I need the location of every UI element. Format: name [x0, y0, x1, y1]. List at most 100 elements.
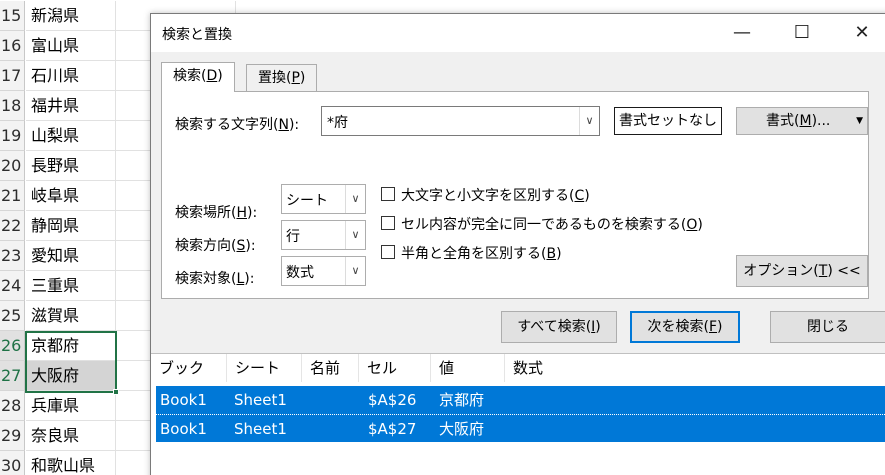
- result-book: Book1: [160, 391, 207, 409]
- chevron-down-icon[interactable]: ∨: [579, 107, 599, 135]
- row-number[interactable]: 19: [0, 121, 25, 151]
- result-cell: $A$27: [368, 420, 417, 438]
- tab-replace-label: 置換(: [258, 70, 292, 86]
- tab-search-label: 検索(: [173, 68, 207, 84]
- options-button[interactable]: オプション(T) <<: [736, 255, 868, 287]
- result-row[interactable]: Book1 Sheet1 $A$26 京都府: [156, 386, 885, 414]
- cell-a29[interactable]: 奈良県: [26, 421, 116, 451]
- find-label-text: 検索する文字列(: [175, 117, 279, 133]
- find-what-input[interactable]: *府 ∨: [321, 106, 600, 136]
- header-cell[interactable]: セル: [359, 354, 431, 382]
- header-formula[interactable]: 数式: [505, 354, 885, 382]
- within-label-text: 検索場所(: [175, 205, 237, 221]
- row-number[interactable]: 18: [0, 91, 25, 121]
- look-in-end: ):: [244, 271, 255, 287]
- cell-a23[interactable]: 愛知県: [26, 241, 116, 271]
- checkbox-box[interactable]: [381, 245, 395, 259]
- find-all-label: すべて検索(: [517, 319, 592, 335]
- match-entire-cell-label: セル内容が完全に同一であるものを検索する(O): [401, 214, 703, 234]
- find-all-label-end: ): [595, 319, 601, 335]
- match-byte-accesskey: B: [546, 246, 557, 262]
- close-icon[interactable]: ✕: [839, 14, 885, 52]
- find-next-accesskey: F: [708, 319, 718, 335]
- find-next-button[interactable]: 次を検索(F): [630, 311, 740, 343]
- find-what-value[interactable]: *府: [327, 112, 348, 132]
- within-label: 検索場所(H):: [175, 202, 257, 222]
- cell-a22[interactable]: 静岡県: [26, 211, 116, 241]
- row-number[interactable]: 29: [0, 421, 25, 451]
- match-case-end: ): [584, 188, 590, 204]
- checkbox-box[interactable]: [381, 216, 395, 230]
- match-byte-label: 半角と全角を区別する(B): [401, 243, 562, 263]
- cell-a15[interactable]: 新潟県: [26, 1, 116, 31]
- format-button-accesskey: M: [799, 113, 812, 129]
- format-button-label: 書式(: [766, 113, 800, 129]
- cell-a30[interactable]: 和歌山県: [26, 451, 116, 475]
- look-in-select[interactable]: 数式 ∨: [281, 256, 366, 286]
- result-sheet: Sheet1: [234, 420, 287, 438]
- header-name[interactable]: 名前: [302, 354, 359, 382]
- options-button-label: オプション(: [743, 263, 819, 279]
- cell-a24[interactable]: 三重県: [26, 271, 116, 301]
- match-case-accesskey: C: [574, 188, 585, 204]
- cell-a21[interactable]: 岐阜県: [26, 181, 116, 211]
- within-select[interactable]: シート ∨: [281, 184, 366, 214]
- tab-search-label-end: ): [217, 68, 223, 84]
- cell-a25[interactable]: 滋賀県: [26, 301, 116, 331]
- look-in-text: 検索対象(: [175, 271, 237, 287]
- dialog-titlebar[interactable]: 検索と置換 — ☐ ✕: [151, 14, 885, 52]
- header-value[interactable]: 値: [431, 354, 505, 382]
- maximize-icon[interactable]: ☐: [779, 14, 825, 52]
- dropdown-triangle-icon[interactable]: ▼: [856, 108, 863, 134]
- minimize-icon[interactable]: —: [719, 14, 765, 52]
- row-number[interactable]: 27: [0, 361, 25, 391]
- header-book[interactable]: ブック: [151, 354, 227, 382]
- cell-a26[interactable]: 京都府: [26, 331, 116, 361]
- result-row[interactable]: Book1 Sheet1 $A$27 大阪府: [156, 414, 885, 442]
- search-direction-select[interactable]: 行 ∨: [281, 220, 366, 250]
- row-number[interactable]: 15: [0, 1, 25, 31]
- cell-a18[interactable]: 福井県: [26, 91, 116, 121]
- tab-replace[interactable]: 置換(P): [246, 64, 318, 92]
- search-direction-value: 行: [286, 229, 300, 245]
- cell-a20[interactable]: 長野県: [26, 151, 116, 181]
- tab-replace-label-end: ): [299, 70, 306, 86]
- cell-a19[interactable]: 山梨県: [26, 121, 116, 151]
- row-number[interactable]: 26: [0, 331, 25, 361]
- row-number[interactable]: 23: [0, 241, 25, 271]
- find-replace-dialog: 検索と置換 — ☐ ✕ 検索(D) 置換(P) 検索する文字列(N): *府 ∨…: [150, 13, 885, 475]
- fill-handle[interactable]: [113, 389, 119, 395]
- format-button[interactable]: 書式(M)... ▼: [736, 107, 868, 135]
- row-number[interactable]: 22: [0, 211, 25, 241]
- find-label-end: ):: [288, 117, 300, 133]
- row-number[interactable]: 28: [0, 391, 25, 421]
- row-number[interactable]: 20: [0, 151, 25, 181]
- row-number[interactable]: 16: [0, 31, 25, 61]
- look-in-value: 数式: [286, 265, 314, 281]
- header-sheet[interactable]: シート: [227, 354, 302, 382]
- row-number[interactable]: 30: [0, 451, 25, 475]
- cell-a16[interactable]: 富山県: [26, 31, 116, 61]
- result-cell: $A$26: [368, 391, 417, 409]
- row-number[interactable]: 25: [0, 301, 25, 331]
- result-value: 大阪府: [439, 420, 485, 438]
- tab-search[interactable]: 検索(D): [161, 62, 235, 92]
- match-entire-cell-text: セル内容が完全に同一であるものを検索する(: [401, 217, 687, 233]
- close-button[interactable]: 閉じる: [770, 311, 885, 343]
- find-all-button[interactable]: すべて検索(I): [501, 311, 617, 343]
- row-number[interactable]: 17: [0, 61, 25, 91]
- format-button-label-end: )...: [811, 113, 831, 129]
- checkbox-box[interactable]: [381, 187, 395, 201]
- cell-a28[interactable]: 兵庫県: [26, 391, 116, 421]
- row-number[interactable]: 24: [0, 271, 25, 301]
- chevron-down-icon[interactable]: ∨: [345, 257, 365, 285]
- search-results-list[interactable]: ブック シート 名前 セル 値 数式 Book1 Sheet1 $A$26 京都…: [151, 353, 885, 475]
- cell-a27[interactable]: 大阪府: [26, 361, 116, 391]
- row-number[interactable]: 21: [0, 181, 25, 211]
- search-direction-text: 検索方向(: [175, 238, 237, 254]
- chevron-down-icon[interactable]: ∨: [345, 221, 365, 249]
- cell-a17[interactable]: 石川県: [26, 61, 116, 91]
- chevron-down-icon[interactable]: ∨: [345, 185, 365, 213]
- look-in-label: 検索対象(L):: [175, 268, 254, 288]
- search-tab-panel: 検索する文字列(N): *府 ∨ 書式セットなし 書式(M)... ▼ 検索場所(…: [161, 91, 869, 299]
